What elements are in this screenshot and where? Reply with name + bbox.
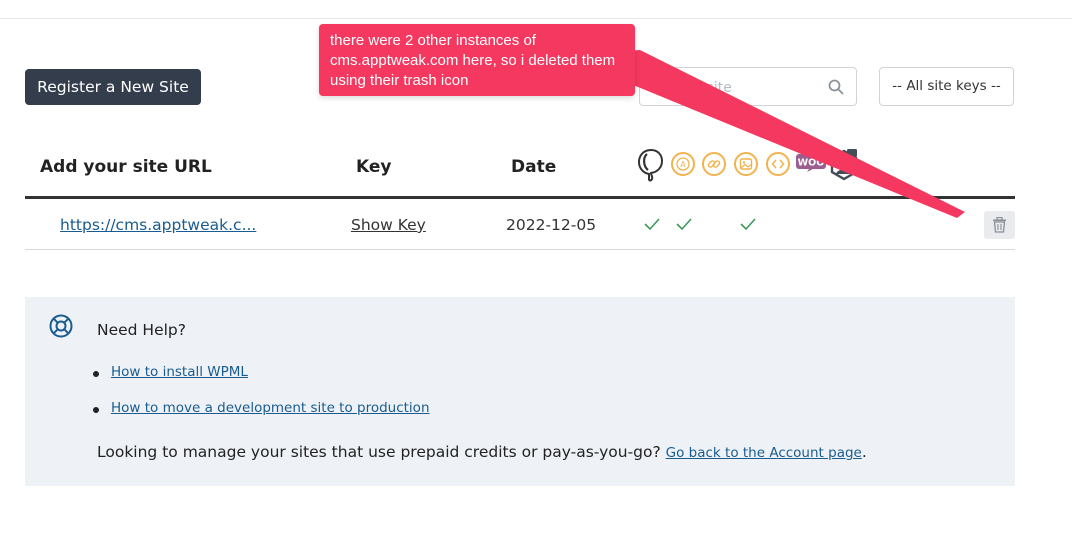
annotation-callout: there were 2 other instances of cms.appt… (319, 24, 635, 96)
